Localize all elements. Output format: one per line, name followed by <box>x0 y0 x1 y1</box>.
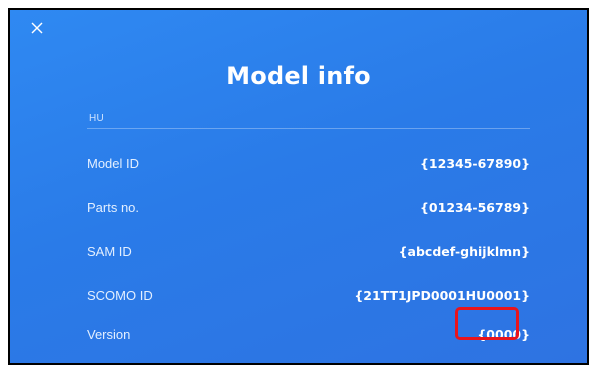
info-row-parts-no: Parts no. {01234-56789} <box>87 193 530 221</box>
row-value: {01234-56789} <box>420 199 530 215</box>
info-row-model-id: Model ID {12345-67890} <box>87 149 530 177</box>
close-button[interactable] <box>30 21 46 37</box>
page-title: Model info <box>226 62 371 90</box>
version-highlight-box <box>455 307 519 340</box>
row-value: {12345-67890} <box>420 155 530 171</box>
row-label: Version <box>87 326 131 342</box>
row-value: {21TT1JPD0001HU0001} <box>354 287 530 303</box>
section-divider <box>87 128 530 129</box>
row-label: Parts no. <box>87 199 140 215</box>
row-value: {abcdef-ghijklmn} <box>398 243 530 259</box>
row-label: SAM ID <box>87 243 132 259</box>
row-label: Model ID <box>87 155 140 171</box>
info-row-scomo-id: SCOMO ID {21TT1JPD0001HU0001} <box>87 281 530 309</box>
row-label: SCOMO ID <box>87 287 153 303</box>
close-icon <box>30 21 46 35</box>
section-label-hu: HU <box>89 113 105 124</box>
info-row-sam-id: SAM ID {abcdef-ghijklmn} <box>87 237 530 265</box>
